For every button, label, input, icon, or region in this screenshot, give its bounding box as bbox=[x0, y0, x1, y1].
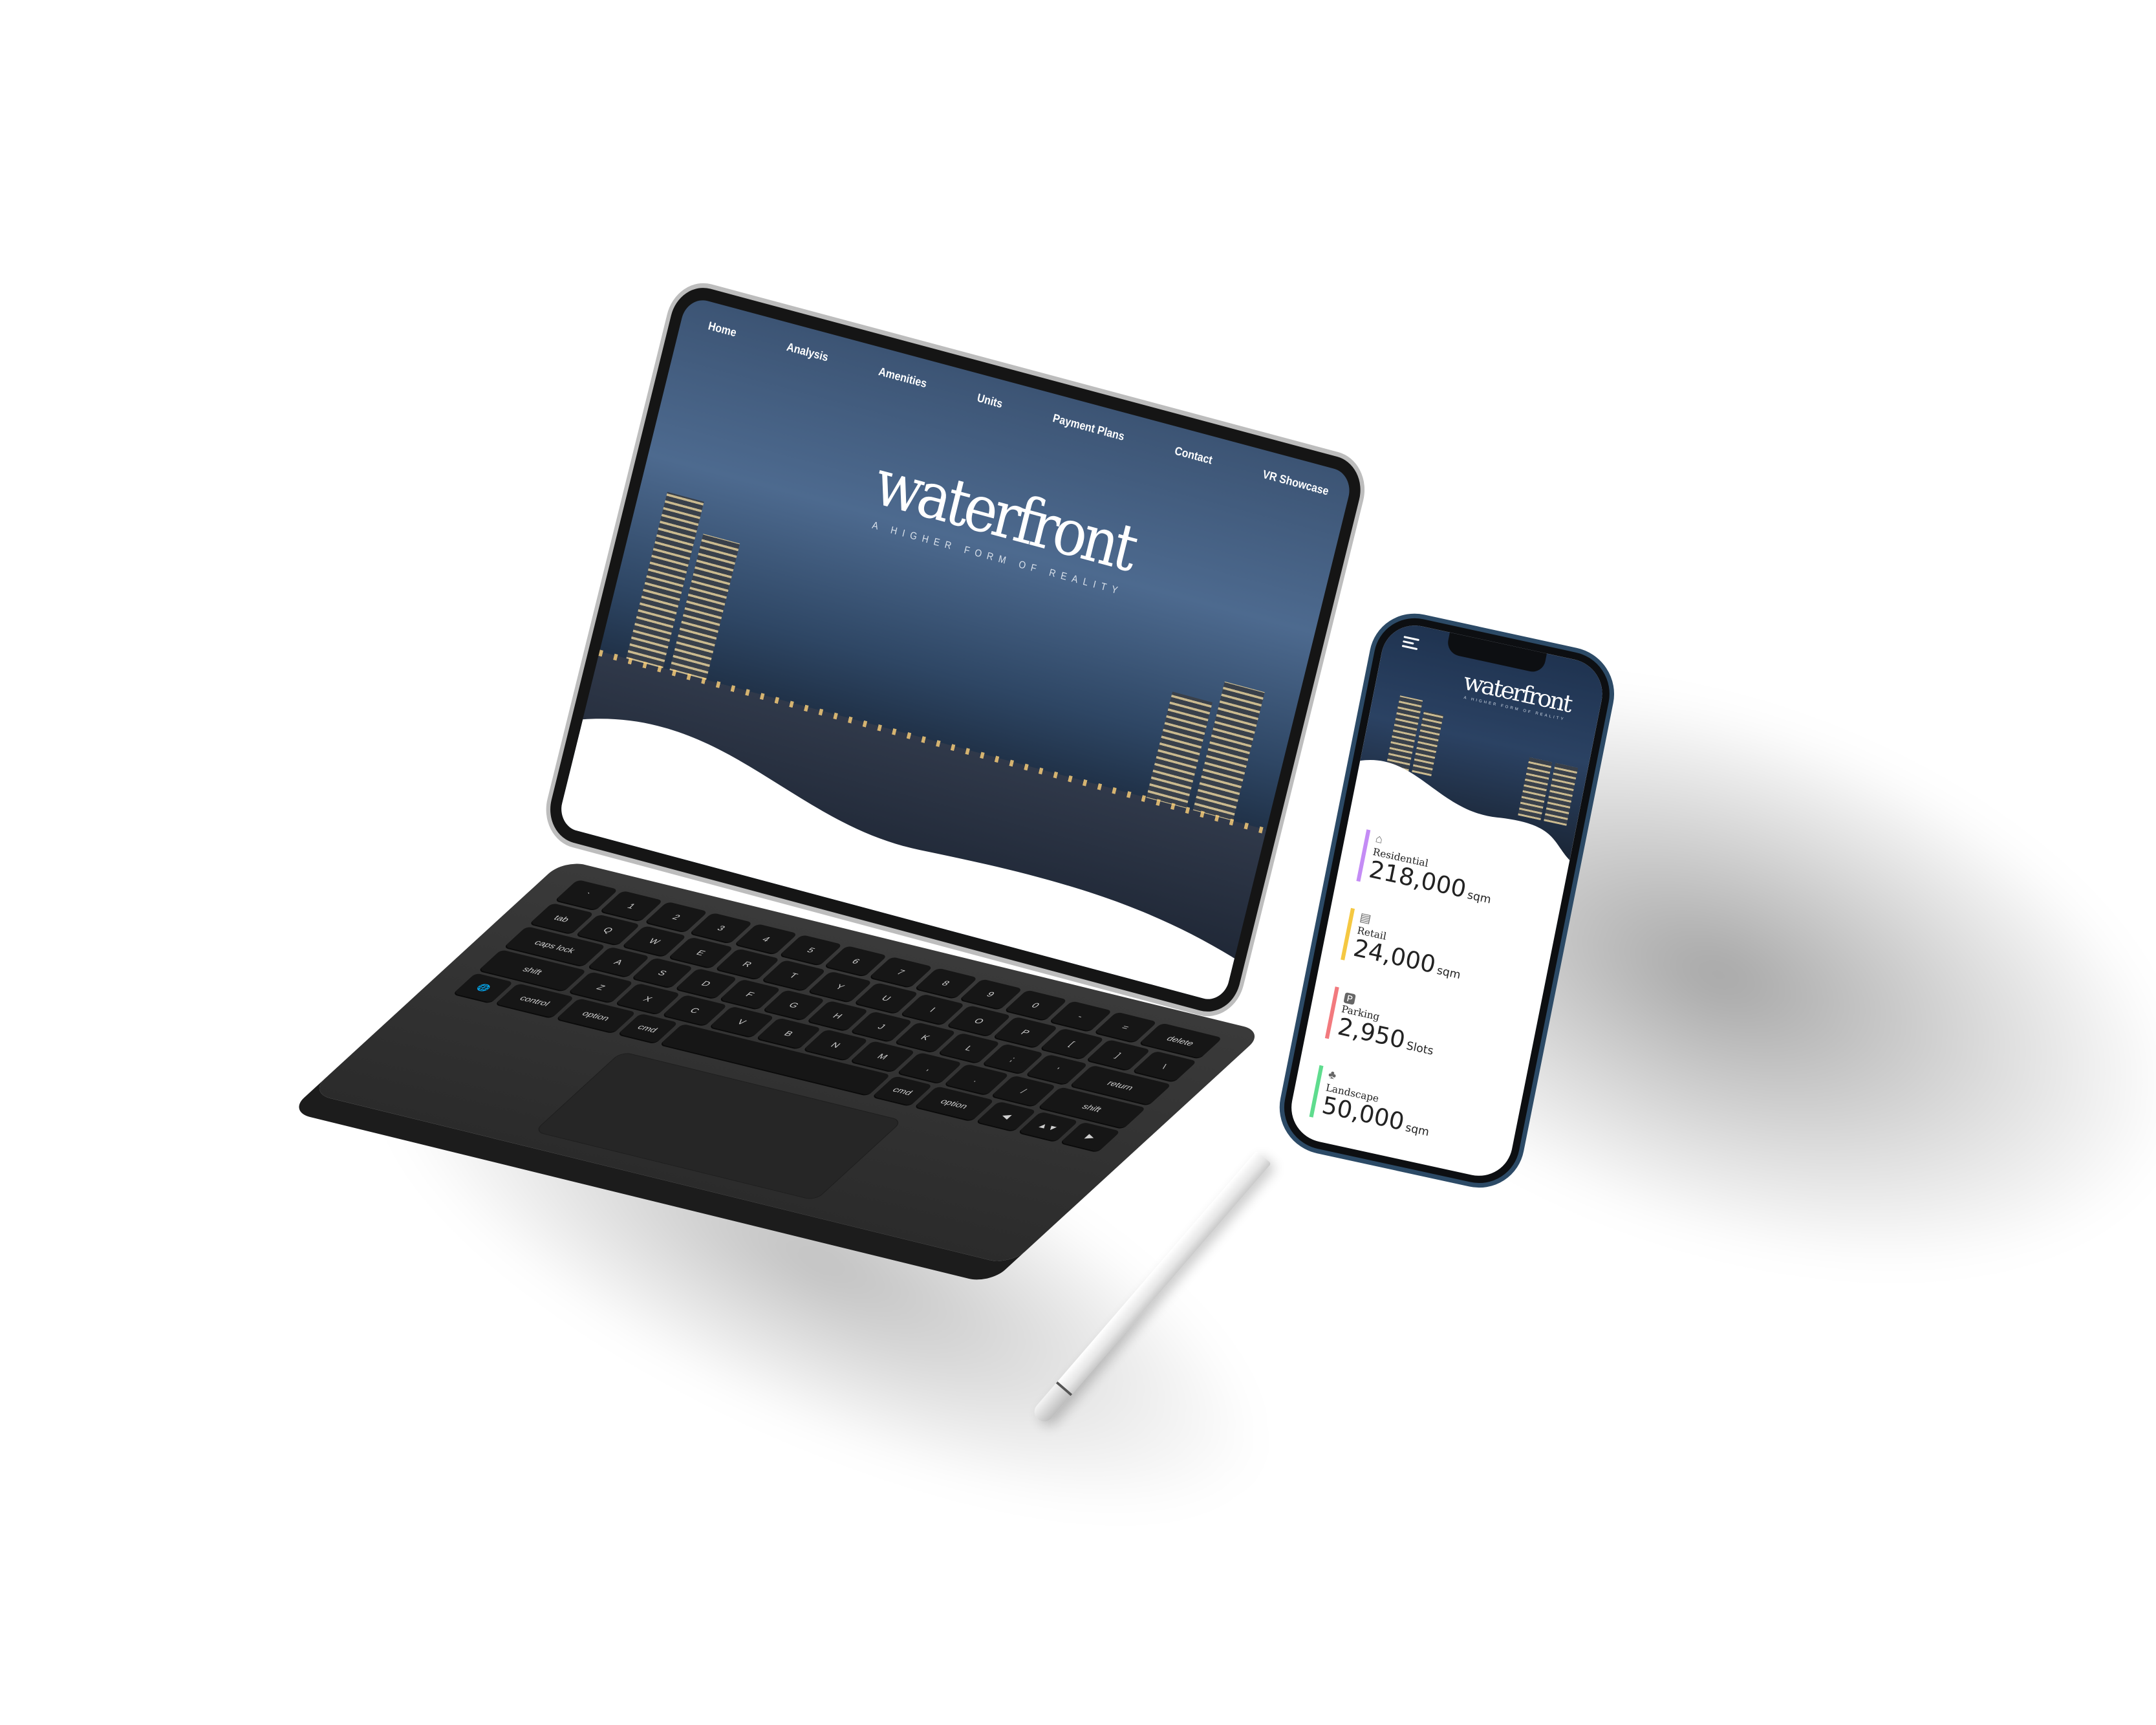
stat-retail: ▤ Retail 24,000sqm bbox=[1340, 907, 1545, 1004]
stat-unit: sqm bbox=[1436, 964, 1462, 982]
stat-unit: sqm bbox=[1466, 888, 1493, 907]
stat-parking: 🅿 Parking 2,950Slots bbox=[1324, 986, 1529, 1083]
stat-unit: sqm bbox=[1404, 1121, 1430, 1140]
stat-unit: Slots bbox=[1405, 1039, 1435, 1058]
